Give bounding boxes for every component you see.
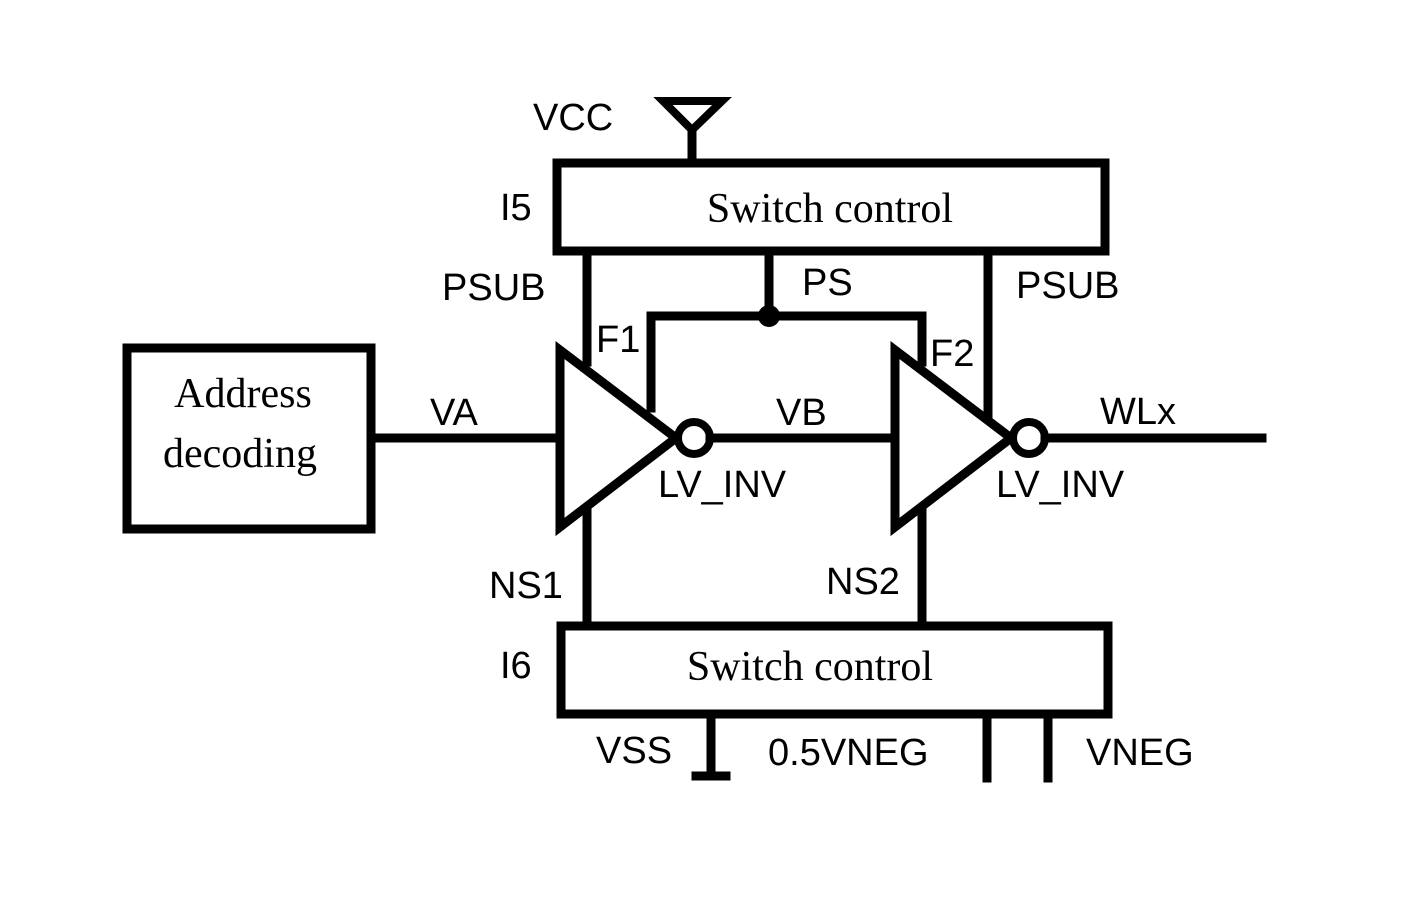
vss-ground-icon: [691, 709, 731, 781]
wlx-label: WLx: [1100, 391, 1176, 433]
i5-ref-label: I5: [500, 187, 532, 229]
switch-control-top-label: Switch control: [707, 186, 953, 232]
ns2-label: NS2: [826, 561, 900, 603]
psub-right-label: PSUB: [1016, 265, 1119, 307]
f2-pin-label: F2: [930, 333, 974, 375]
address-decoding-line2: decoding: [163, 431, 317, 477]
psub-left-label: PSUB: [442, 267, 545, 309]
half-vneg-label: 0.5VNEG: [768, 732, 929, 774]
inverter-1-label: LV_INV: [658, 464, 787, 506]
inverter-2-label: LV_INV: [996, 464, 1125, 506]
i6-ref-label: I6: [500, 645, 532, 687]
vcc-label: VCC: [533, 97, 613, 139]
ns1-label: NS1: [489, 565, 563, 607]
vcc-supply-icon: [653, 97, 732, 167]
vb-label: VB: [776, 392, 827, 434]
vneg-label: VNEG: [1086, 732, 1194, 774]
va-label: VA: [430, 392, 479, 434]
switch-control-bottom-label: Switch control: [687, 644, 933, 690]
vss-label: VSS: [596, 730, 672, 772]
ps-label: PS: [802, 262, 853, 304]
f1-pin-label: F1: [596, 319, 640, 361]
address-decoding-line1: Address: [174, 371, 312, 417]
circuit-diagram: VCC Switch control I5 PSUB PS PSUB Addre…: [122, 97, 1267, 783]
